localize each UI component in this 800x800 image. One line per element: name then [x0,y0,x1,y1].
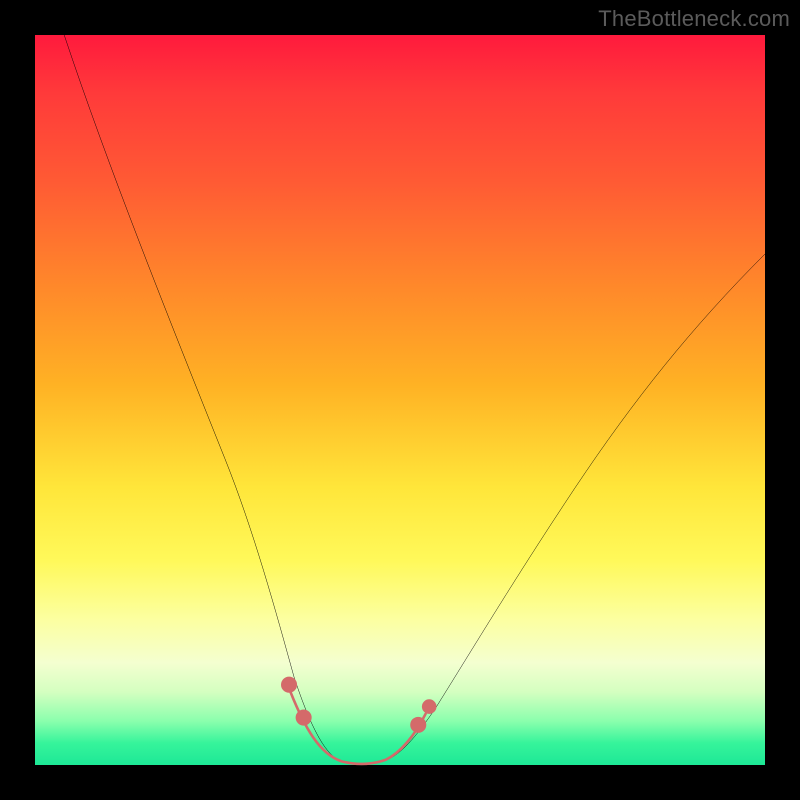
plot-area [35,35,765,765]
bottleneck-curve [64,35,765,764]
trough-marker [410,717,426,733]
watermark-text: TheBottleneck.com [598,6,790,32]
trough-marker [296,710,312,726]
trough-marker [422,699,437,714]
curve-svg [35,35,765,765]
trough-marker [281,677,297,693]
trough-highlight [291,692,426,764]
chart-frame: TheBottleneck.com [0,0,800,800]
